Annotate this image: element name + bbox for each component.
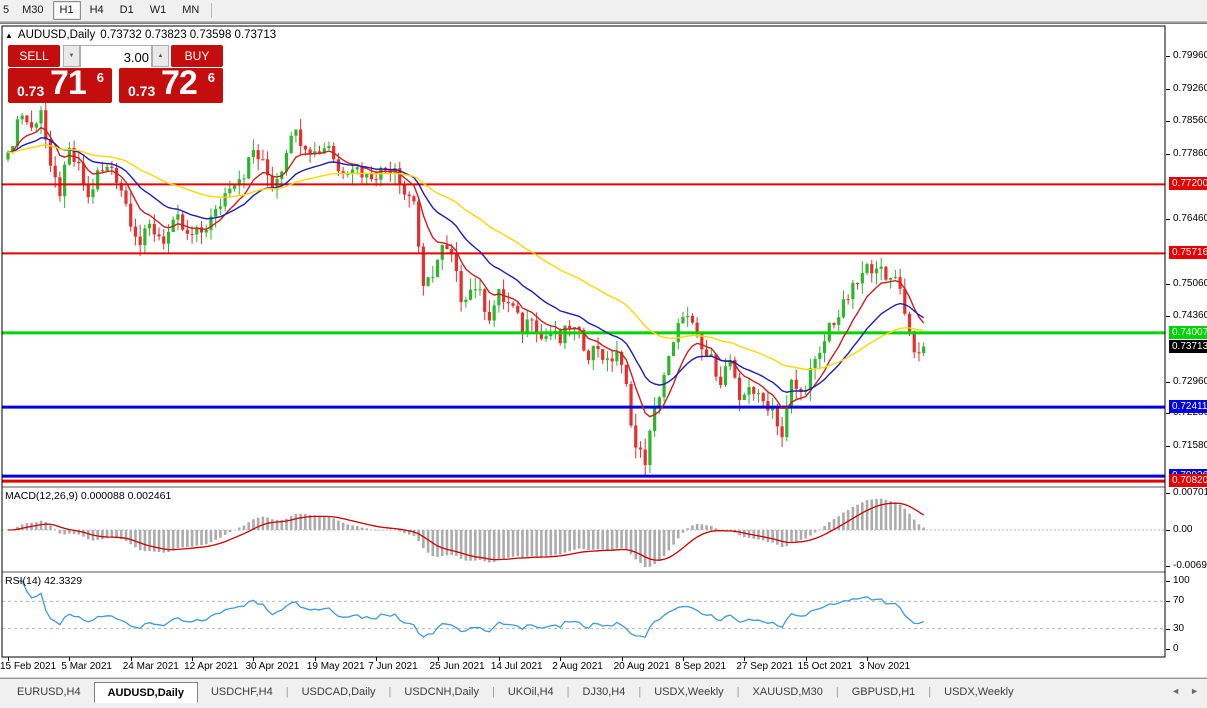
chart-ohlc-values: 0.73732 0.73823 0.73598 0.73713	[100, 29, 276, 41]
chart-tab-bar: EURUSD,H4AUDUSD,DailyUSDCHF,H4|USDCAD,Da…	[0, 678, 1207, 708]
indicator-axis-tick: 0.00	[1166, 524, 1207, 536]
toolbar-divider	[0, 21, 1207, 24]
chart-tab-usdcnh-daily[interactable]: USDCNH,Daily	[391, 682, 492, 703]
spin-up-icon: ▲	[158, 53, 164, 59]
date-label: 15 Feb 2021	[0, 661, 56, 672]
chart-tab-usdcad-daily[interactable]: USDCAD,Daily	[289, 682, 389, 703]
tab-scroll-left-icon[interactable]: ◄	[1171, 686, 1180, 696]
buy-price-prefix: 0.73	[128, 83, 155, 99]
chart-tab-dj30-h4[interactable]: DJ30,H4	[570, 682, 639, 703]
date-label: 8 Sep 2021	[675, 661, 726, 672]
price-tick: 0.77860	[1166, 148, 1207, 160]
date-label: 3 Nov 2021	[859, 661, 910, 672]
date-label: 2 Aug 2021	[552, 661, 603, 672]
buy-price-big: 72	[161, 64, 197, 103]
chart-tab-gbpusd-h1[interactable]: GBPUSD,H1	[839, 682, 929, 703]
indicator-axis-tick: 0.007015	[1166, 487, 1207, 499]
price-level-label: 0.75716	[1169, 246, 1207, 259]
price-level-label: 0.77200	[1169, 177, 1207, 190]
price-level-label: 0.72411	[1169, 400, 1207, 413]
price-tick: 0.72960	[1166, 376, 1207, 388]
price-tick: 0.78560	[1166, 115, 1207, 127]
chart-symbol-label: AUDUSD,Daily	[18, 29, 95, 41]
one-click-trade-panel: SELL ▼ ▲ BUY 0.73 71 6 0.73 72 6	[8, 45, 223, 103]
sell-price-box[interactable]: 0.73 71 6	[8, 68, 112, 103]
chart-tab-audusd-daily[interactable]: AUDUSD,Daily	[94, 682, 198, 703]
date-label: 14 Jul 2021	[491, 661, 543, 672]
sell-price-prefix: 0.73	[17, 83, 44, 99]
timeframe-button-h4[interactable]: H4	[83, 1, 111, 20]
timeframe-toolbar: 5M30H1H4D1W1MN	[0, 0, 1207, 21]
price-tick: 0.74360	[1166, 310, 1207, 322]
price-level-label: 0.70820	[1169, 474, 1207, 487]
chart-tab-usdx-weekly[interactable]: USDX,Weekly	[931, 682, 1026, 703]
sell-price-pip: 6	[97, 70, 104, 85]
price-tick: 0.75060	[1166, 278, 1207, 290]
date-label: 19 May 2021	[307, 661, 365, 672]
chart-header: ▲ AUDUSD,Daily 0.73732 0.73823 0.73598 0…	[5, 29, 276, 41]
date-label: 7 Jun 2021	[368, 661, 418, 672]
date-label: 12 Apr 2021	[184, 661, 238, 672]
date-label: 20 Aug 2021	[614, 661, 670, 672]
indicator-axis-tick: -0.006923	[1166, 560, 1207, 572]
price-tick: 0.79960	[1166, 50, 1207, 62]
macd-label: MACD(12,26,9) 0.000088 0.002461	[5, 490, 171, 502]
sell-price-big: 71	[50, 64, 86, 103]
tab-scroll-right-icon[interactable]: ►	[1190, 686, 1199, 696]
date-label: 30 Apr 2021	[245, 661, 299, 672]
date-label: 24 Mar 2021	[123, 661, 179, 672]
collapse-panel-icon[interactable]: ▲	[5, 31, 13, 40]
price-tick: 0.71580	[1166, 440, 1207, 452]
price-level-label: 0.74007	[1169, 326, 1207, 339]
timeframe-button-w1[interactable]: W1	[143, 1, 174, 20]
timeframe-button-5[interactable]: 5	[1, 1, 13, 20]
spin-down-icon: ▼	[69, 53, 75, 59]
date-label: 25 Jun 2021	[430, 661, 485, 672]
date-label: 27 Sep 2021	[736, 661, 793, 672]
timeframe-button-d1[interactable]: D1	[113, 1, 141, 20]
date-label: 15 Oct 2021	[798, 661, 852, 672]
indicator-axis-tick: 70	[1166, 595, 1207, 607]
rsi-label: RSI(14) 42.3329	[5, 575, 82, 587]
timeframe-button-mn[interactable]: MN	[175, 1, 206, 20]
price-tick: 0.76460	[1166, 213, 1207, 225]
timeframe-button-m30[interactable]: M30	[15, 1, 50, 20]
volume-box	[80, 45, 152, 67]
chart-tab-eurusd-h4[interactable]: EURUSD,H4	[4, 682, 94, 703]
mt4-window: { "toolbar": { "timeframes": [ {"label":…	[0, 0, 1207, 707]
chart-tab-usdchf-h4[interactable]: USDCHF,H4	[198, 682, 286, 703]
toolbar-separator	[211, 3, 212, 18]
indicator-axis-tick: 100	[1166, 575, 1207, 587]
timeframe-button-h1[interactable]: H1	[53, 1, 81, 20]
buy-price-box[interactable]: 0.73 72 6	[119, 68, 223, 103]
chart-tab-xauusd-m30[interactable]: XAUUSD,M30	[740, 682, 836, 703]
price-tick: 0.79260	[1166, 83, 1207, 95]
indicator-axis-tick: 0	[1166, 643, 1207, 655]
buy-price-pip: 6	[208, 70, 215, 85]
date-axis[interactable]: 15 Feb 2021 5 Mar 2021 24 Mar 2021 12 Apr 2…	[0, 658, 1165, 677]
price-level-label: 0.73713	[1169, 340, 1207, 353]
price-axis[interactable]: 0.79960 0.79260 0.78560 0.77860 0.76460 0.750…	[1166, 24, 1207, 657]
indicator-axis-tick: 30	[1166, 623, 1207, 635]
volume-input[interactable]	[81, 47, 151, 67]
chart-window[interactable]	[0, 24, 1207, 678]
chart-tab-ukoil-h4[interactable]: UKOil,H4	[495, 682, 567, 703]
date-label: 5 Mar 2021	[61, 661, 112, 672]
chart-tab-usdx-weekly[interactable]: USDX,Weekly	[641, 682, 736, 703]
